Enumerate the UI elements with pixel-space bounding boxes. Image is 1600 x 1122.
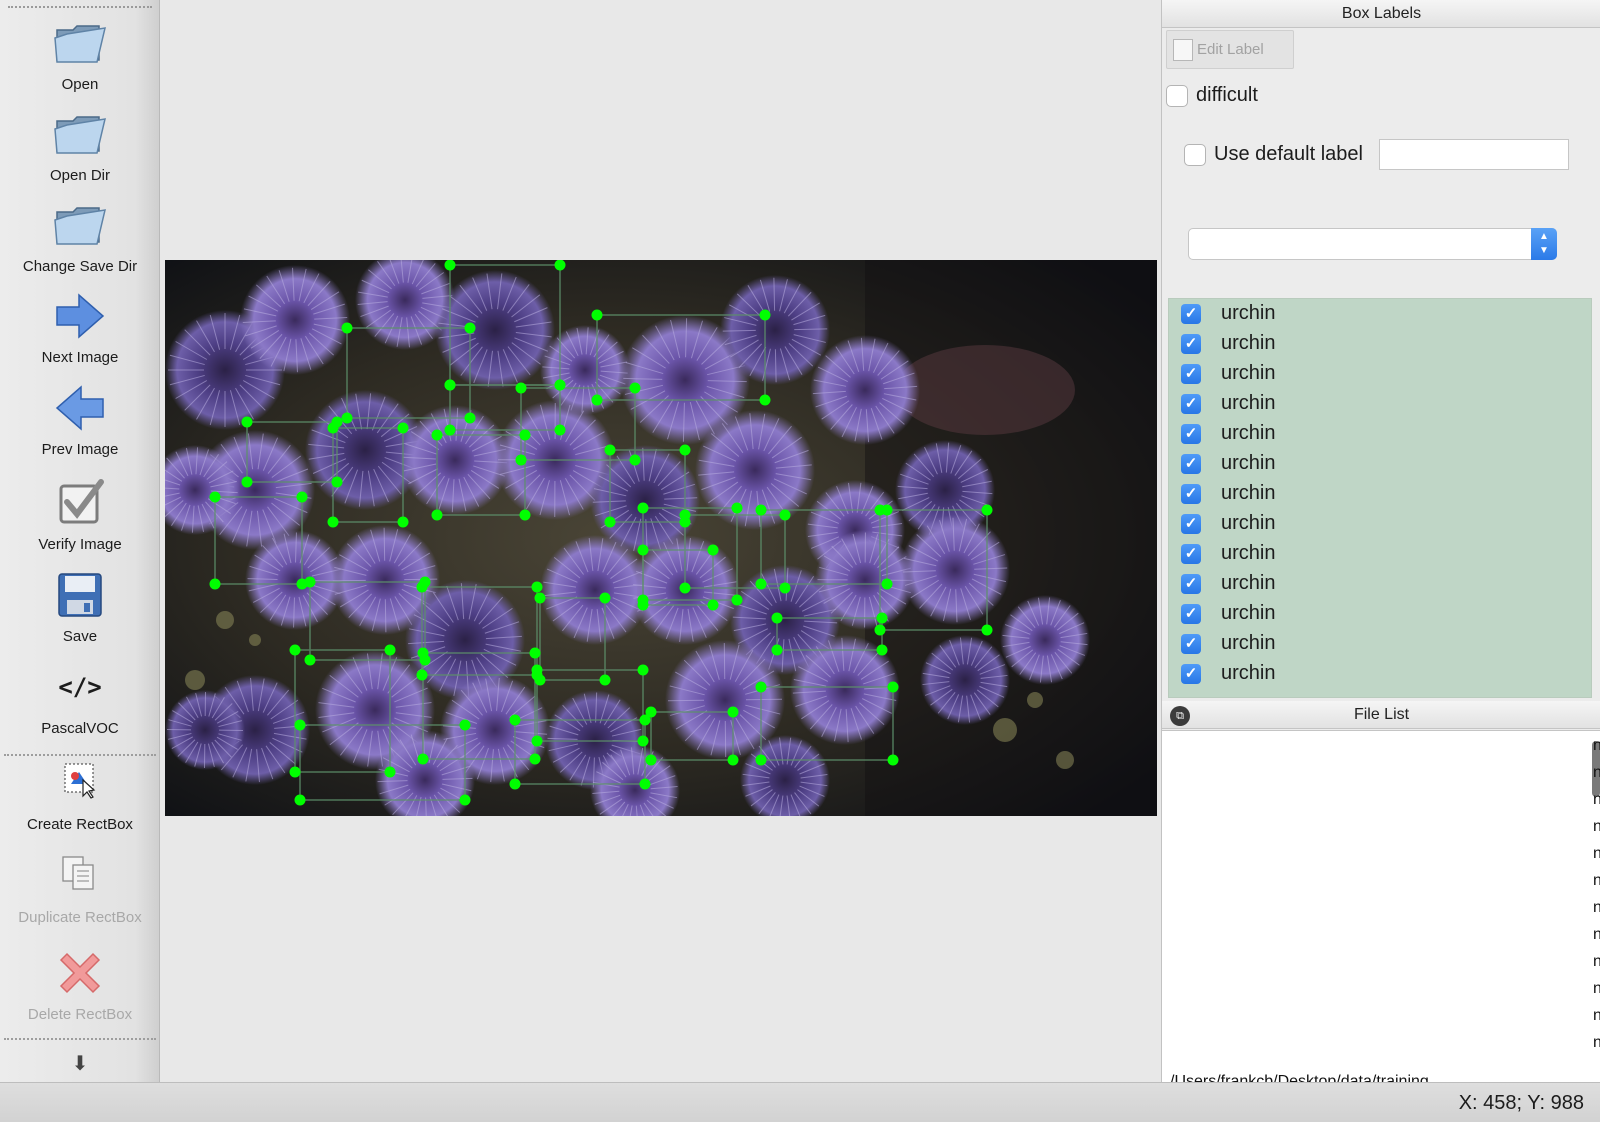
label-item-text: urchin [1221,512,1276,534]
label-item-checkbox[interactable]: ✓ [1181,424,1201,444]
label-item-text: urchin [1221,302,1276,324]
toolbar-grip[interactable] [8,6,152,8]
edit-label-text: Edit Label [1197,41,1264,58]
file-list-item[interactable]: n [1593,764,1600,786]
undock-icon[interactable]: ⧉ [1170,706,1190,726]
label-item-text: urchin [1221,542,1276,564]
delete-x-icon [53,946,107,1000]
create-rectbox-icon [53,756,107,810]
arrow-right-icon [53,289,107,343]
label-item-text: urchin [1221,452,1276,474]
default-label-input[interactable] [1379,139,1569,170]
prev-image-button[interactable]: Prev Image [0,381,160,458]
label-item-checkbox[interactable]: ✓ [1181,604,1201,624]
label-item-text: urchin [1221,602,1276,624]
label-list-item[interactable]: ✓ urchin [1169,359,1591,389]
label-list-item[interactable]: ✓ urchin [1169,629,1591,659]
open-button[interactable]: Open [0,16,160,93]
label-list-item[interactable]: ✓ urchin [1169,539,1591,569]
label-item-text: urchin [1221,392,1276,414]
use-default-label-label: Use default label [1214,143,1363,165]
combo-up-down-icon: ▲ ▼ [1531,228,1557,260]
file-path-partial: /Users/frankcb/Desktop/data/training [1170,1074,1600,1082]
toolbar: Open Open Dir Change Save Dir Next Image [0,0,160,1082]
label-item-text: urchin [1221,332,1276,354]
label-item-text: urchin [1221,362,1276,384]
floppy-disk-icon [53,568,107,622]
label-item-checkbox[interactable]: ✓ [1181,574,1201,594]
file-list[interactable]: nnnnnnnnnnnn /Users/frankcb/Desktop/data… [1162,730,1600,1082]
label-list-item[interactable]: ✓ urchin [1169,659,1591,689]
label-item-checkbox[interactable]: ✓ [1181,304,1201,324]
checkbox-icon [53,476,107,530]
folder-icon [53,107,107,161]
change-save-dir-button[interactable]: Change Save Dir [0,198,160,275]
delete-rectbox-button[interactable]: Delete RectBox [0,946,160,1023]
label-list-item[interactable]: ✓ urchin [1169,599,1591,629]
format-pascalvoc-button[interactable]: </> PascalVOC [0,660,160,737]
file-list-item[interactable]: n [1593,1034,1600,1056]
file-list-item[interactable]: n [1593,737,1600,759]
difficult-label: difficult [1196,84,1258,106]
file-list-item[interactable]: n [1593,818,1600,840]
label-list-item[interactable]: ✓ urchin [1169,509,1591,539]
difficult-checkbox[interactable] [1166,85,1188,107]
label-item-checkbox[interactable]: ✓ [1181,364,1201,384]
duplicate-rectbox-button[interactable]: Duplicate RectBox [0,849,160,926]
box-labels-title: Box Labels [1162,0,1600,28]
label-item-checkbox[interactable]: ✓ [1181,514,1201,534]
label-item-checkbox[interactable]: ✓ [1181,544,1201,564]
folder-icon [53,198,107,252]
label-list-item[interactable]: ✓ urchin [1169,479,1591,509]
file-list-item[interactable]: n [1593,872,1600,894]
label-list-item[interactable]: ✓ urchin [1169,569,1591,599]
image-canvas[interactable] [161,0,1161,1082]
double-chevron-down-icon[interactable]: ⬇ [68,1052,92,1076]
toolbar-separator [4,1038,156,1040]
label-item-text: urchin [1221,662,1276,684]
verify-image-button[interactable]: Verify Image [0,476,160,553]
folder-icon [53,16,107,70]
label-item-text: urchin [1221,422,1276,444]
arrow-left-icon [53,381,107,435]
label-item-checkbox[interactable]: ✓ [1181,634,1201,654]
label-item-checkbox[interactable]: ✓ [1181,394,1201,414]
create-rectbox-button[interactable]: Create RectBox [0,756,160,833]
label-list-item[interactable]: ✓ urchin [1169,419,1591,449]
label-item-checkbox[interactable]: ✓ [1181,334,1201,354]
label-item-text: urchin [1221,632,1276,654]
label-item-text: urchin [1221,572,1276,594]
label-list-item[interactable]: ✓ urchin [1169,329,1591,359]
file-list-item[interactable]: n [1593,899,1600,921]
right-dock: Box Labels Edit Label difficult Use defa… [1161,0,1600,1082]
edit-pencil-icon [1173,39,1193,61]
urchin-photo-svg [165,260,1157,816]
file-list-item[interactable]: n [1593,926,1600,948]
file-list-item[interactable]: n [1593,791,1600,813]
file-list-item[interactable]: n [1593,845,1600,867]
annotated-photo[interactable] [165,260,1157,816]
label-item-checkbox[interactable]: ✓ [1181,664,1201,684]
next-image-button[interactable]: Next Image [0,289,160,366]
status-bar: X: 458; Y: 988 [0,1082,1600,1122]
file-list-title: File List [1162,701,1600,729]
label-list-item[interactable]: ✓ urchin [1169,449,1591,479]
duplicate-icon [53,849,107,903]
code-icon: </> [58,673,102,701]
label-list[interactable]: ✓ urchin ✓ urchin ✓ urchin ✓ urchin ✓ urchin ✓ urch… [1168,298,1592,698]
open-dir-button[interactable]: Open Dir [0,107,160,184]
cursor-coordinates: X: 458; Y: 988 [1458,1092,1584,1114]
file-list-item[interactable]: n [1593,953,1600,975]
label-item-checkbox[interactable]: ✓ [1181,454,1201,474]
file-list-item[interactable]: n [1593,980,1600,1002]
label-list-item[interactable]: ✓ urchin [1169,299,1591,329]
label-item-text: urchin [1221,482,1276,504]
save-button[interactable]: Save [0,568,160,645]
label-item-checkbox[interactable]: ✓ [1181,484,1201,504]
label-combo-box[interactable]: ▲ ▼ [1188,228,1557,260]
file-list-item[interactable]: n [1593,1007,1600,1029]
label-list-item[interactable]: ✓ urchin [1169,389,1591,419]
edit-label-button[interactable]: Edit Label [1166,30,1294,69]
use-default-label-checkbox[interactable] [1184,144,1206,166]
